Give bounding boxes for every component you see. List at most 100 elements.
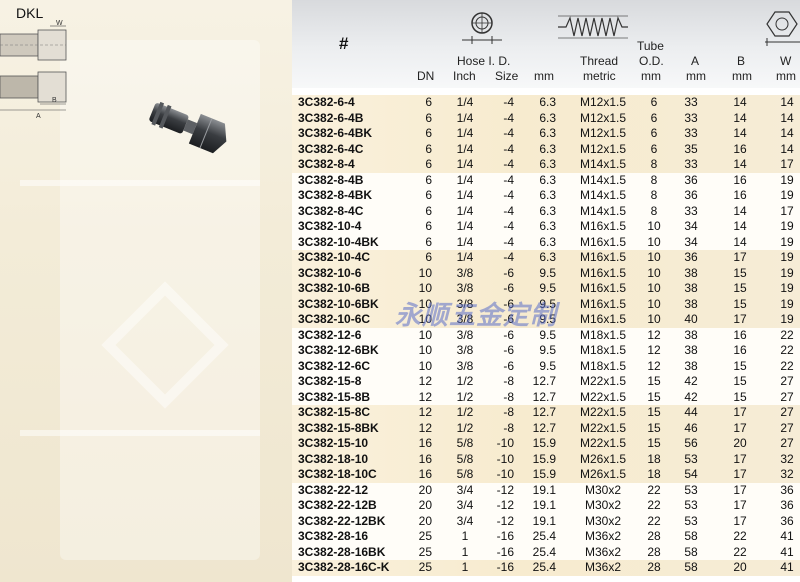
w-cell: 14	[780, 110, 794, 125]
inch-cell: 1/4	[456, 95, 474, 109]
inch-cell: 1/4	[456, 203, 474, 218]
mm-cell: 19.1	[532, 498, 556, 512]
b-cell: 15	[733, 265, 747, 280]
part-number-cell: 3C382-28-16C-K	[298, 560, 390, 574]
size-cell: -4	[503, 188, 514, 202]
dn-cell: 6	[425, 157, 432, 171]
table-row: 3C382-6-4C 6 1/4 -4 6.3 M12x1.5 6 35 16 14	[292, 142, 800, 158]
tube-od-cell: 18	[647, 467, 661, 481]
mm-cell: 19.1	[532, 482, 556, 497]
inch-cell: 3/8	[456, 312, 474, 326]
page-title: DKL	[16, 5, 44, 21]
mm-cell: 15.9	[532, 436, 556, 450]
size-cell: -6	[503, 296, 514, 311]
tube-od-cell: 10	[647, 312, 661, 326]
table-row: 3C382-15-10 16 5/8 -10 15.9 M22x1.5 15 56 20 27	[292, 436, 800, 452]
part-number-cell: 3C382-10-6B	[298, 281, 371, 295]
mm-cell: 6.3	[539, 234, 556, 249]
mm-cell: 12.7	[532, 389, 556, 404]
dn-header: DN	[417, 69, 435, 83]
dn-cell: 12	[418, 420, 432, 435]
tube-od-cell: 10	[647, 265, 661, 280]
table-row: 3C382-15-8 12 1/2 -8 12.7 M22x1.5 15 42 15 27	[292, 374, 800, 390]
mm-cell: 9.5	[539, 296, 556, 311]
w-cell: 19	[780, 296, 794, 311]
a-cell: 36	[684, 250, 698, 264]
thread-cell: M18x1.5	[579, 358, 627, 373]
part-number-cell: 3C382-10-6	[298, 265, 362, 280]
inch-cell: 5/8	[456, 451, 474, 466]
part-number-cell: 3C382-12-6BK	[298, 343, 379, 357]
table-row: 3C382-15-8C 12 1/2 -8 12.7 M22x1.5 15 44 17 27	[292, 405, 800, 421]
part-number-cell: 3C382-15-10	[298, 436, 369, 450]
size-cell: -6	[503, 281, 514, 295]
a-cell: 54	[684, 467, 698, 481]
mm-cell: 9.5	[539, 358, 556, 373]
mm-cell: 25.4	[532, 560, 556, 574]
table-row: 3C382-18-10C 16 5/8 -10 15.9 M26x1.5 18 54 17 32	[292, 467, 800, 483]
size-cell: -12	[496, 482, 514, 497]
nut-width-icon	[765, 11, 800, 46]
b-cell: 16	[733, 343, 747, 357]
b-cell: 15	[733, 296, 747, 311]
dn-cell: 6	[425, 110, 432, 125]
b-cell: 16	[733, 141, 747, 156]
inch-cell: 3/8	[456, 281, 474, 295]
table-row: 3C382-6-4 6 1/4 -4 6.3 M12x1.5 6 33 14 14	[292, 95, 800, 111]
b-cell: 15	[733, 389, 747, 404]
hose-id-icon	[462, 12, 502, 44]
tube-unit-header: mm	[641, 69, 661, 83]
size-cell: -4	[503, 250, 514, 264]
thread-cell: M16x1.5	[579, 281, 627, 295]
thread-cell: M14x1.5	[579, 172, 627, 187]
tube-od-cell: 15	[647, 420, 661, 435]
dn-cell: 6	[425, 95, 432, 109]
b-cell: 14	[733, 219, 747, 233]
part-number-cell: 3C382-6-4	[298, 95, 355, 109]
tube-od-cell: 15	[647, 389, 661, 404]
dn-cell: 10	[418, 265, 432, 280]
tube-od-cell: 6	[650, 141, 658, 156]
dn-cell: 6	[425, 172, 432, 187]
b-cell: 15	[733, 358, 747, 373]
mm-cell: 6.3	[539, 250, 556, 264]
part-number-cell: 3C382-28-16	[298, 529, 369, 543]
tube-od-cell: 6	[650, 126, 658, 140]
thread-cell: M14x1.5	[579, 203, 627, 218]
mm-cell: 6.3	[539, 157, 556, 171]
b-cell: 17	[733, 467, 747, 481]
tube-od-cell: 6	[650, 95, 658, 109]
tube-od-cell: 10	[647, 281, 661, 295]
b-cell: 16	[733, 327, 747, 342]
part-number-cell: 3C382-18-10	[298, 451, 369, 466]
part-number-cell: 3C382-10-4C	[298, 250, 371, 264]
part-number-cell: 3C382-18-10C	[298, 467, 377, 481]
thread-cell: M26x1.5	[579, 467, 627, 481]
part-number-cell: 3C382-6-4C	[298, 141, 364, 156]
a-cell: 35	[684, 141, 698, 156]
table-row: 3C382-10-4 6 1/4 -4 6.3 M16x1.5 10 34 14 19	[292, 219, 800, 235]
table-row: 3C382-15-8BK 12 1/2 -8 12.7 M22x1.5 15 46 17 27	[292, 421, 800, 437]
tube-od-cell: 12	[647, 327, 661, 342]
dn-cell: 16	[418, 451, 432, 466]
w-cell: 27	[780, 405, 794, 419]
size-cell: -4	[503, 203, 514, 218]
table-row: 3C382-15-8B 12 1/2 -8 12.7 M22x1.5 15 42 15 27	[292, 390, 800, 406]
b-unit-header: mm	[732, 69, 752, 83]
size-cell: -8	[503, 420, 514, 435]
size-cell: -4	[503, 95, 514, 109]
tube-od-header: O.D.	[639, 54, 664, 68]
row-group: 3C382-10-4C 6 1/4 -4 6.3 M16x1.5 10 36 17 19 3C382…	[292, 250, 800, 328]
mm-cell: 9.5	[539, 281, 556, 295]
a-cell: 56	[684, 436, 698, 450]
table-row: 3C382-28-16BK 25 1 -16 25.4 M36x2 28 58 22 41	[292, 545, 800, 561]
a-cell: 53	[684, 513, 698, 528]
tube-od-cell: 8	[650, 203, 658, 218]
thread-cell: M36x2	[584, 560, 622, 574]
thread-cell: M22x1.5	[579, 374, 627, 388]
size-cell: -6	[503, 358, 514, 373]
tube-od-cell: 28	[647, 560, 661, 574]
w-cell: 22	[780, 343, 794, 357]
table-row: 3C382-10-6B 10 3/8 -6 9.5 M16x1.5 10 38 15 19	[292, 281, 800, 297]
part-number-cell: 3C382-22-12BK	[298, 513, 386, 528]
